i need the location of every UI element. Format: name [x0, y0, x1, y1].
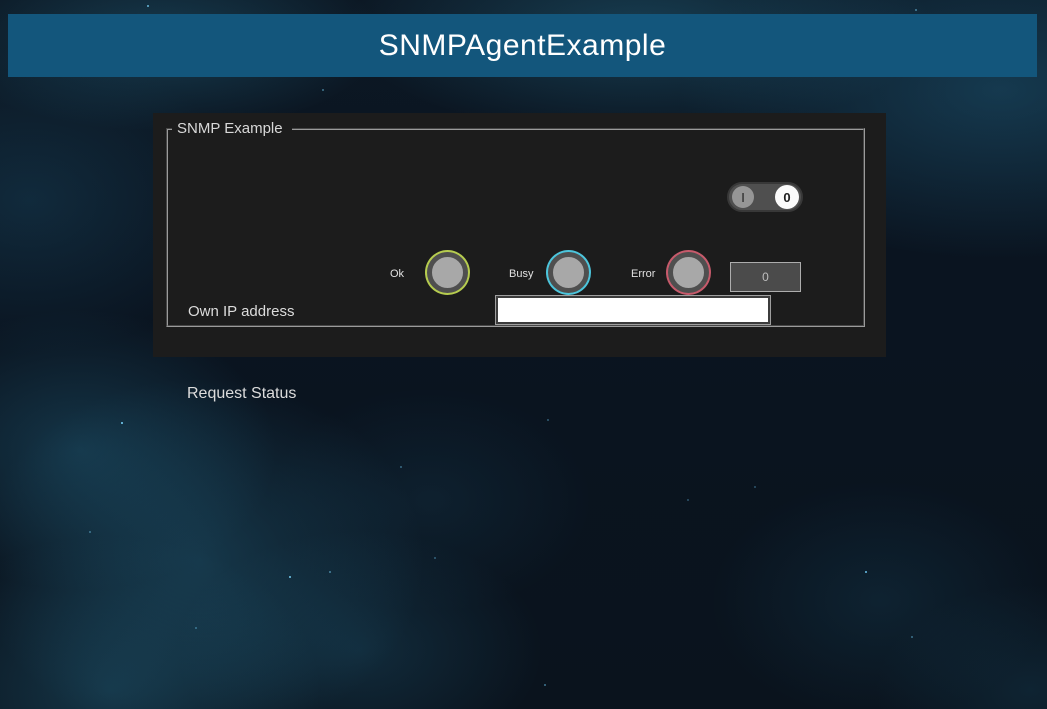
error-lamp-indicator: [668, 252, 709, 293]
request-counter-field[interactable]: 0: [730, 262, 801, 292]
own-ip-input[interactable]: [496, 296, 770, 324]
ok-label: Ok: [390, 268, 404, 280]
request-counter-value: 0: [762, 270, 769, 284]
request-status-label: Request Status: [187, 385, 296, 403]
app-title-bar: SNMPAgentExample: [8, 14, 1037, 77]
toggle-option-o[interactable]: 0: [775, 185, 799, 209]
busy-label: Busy: [509, 268, 533, 280]
desktop-background: SNMPAgentExample SNMP Example Own IP add…: [0, 0, 1047, 709]
ok-lamp-indicator: [427, 252, 468, 293]
error-label: Error: [631, 268, 655, 280]
own-ip-label: Own IP address: [188, 303, 294, 320]
busy-lamp-indicator: [548, 252, 589, 293]
power-toggle[interactable]: I 0: [727, 182, 803, 212]
groupbox-title: SNMP Example: [172, 120, 292, 137]
snmp-panel: SNMP Example Own IP address I 0 Request …: [153, 113, 886, 357]
toggle-option-i[interactable]: I: [732, 186, 754, 208]
app-title: SNMPAgentExample: [379, 29, 667, 63]
